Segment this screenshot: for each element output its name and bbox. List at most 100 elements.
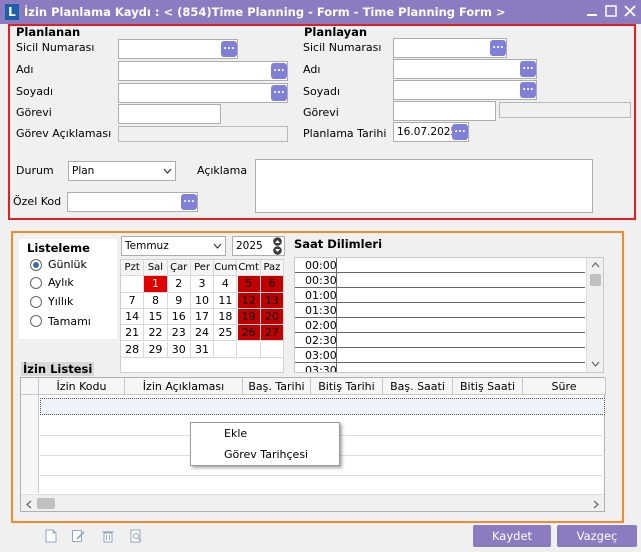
calendar-day[interactable]: 23 (167, 325, 191, 342)
calendar-day[interactable]: 17 (190, 308, 215, 326)
planlanan-sicil-lookup-button[interactable]: ... (221, 41, 237, 57)
calendar-day[interactable]: 20 (260, 308, 285, 326)
column-header[interactable]: Baş. Tarihi (243, 378, 311, 395)
minimize-button[interactable] (583, 3, 601, 21)
calendar-day[interactable]: 6 (260, 276, 285, 293)
planlayan-gorevi-input[interactable] (393, 101, 496, 121)
calendar-day[interactable]: 14 (121, 308, 145, 326)
column-header[interactable]: Bitiş Tarihi (311, 378, 383, 395)
calendar-day[interactable]: 8 (144, 292, 168, 309)
time-slot-row[interactable]: 01:00 (295, 288, 585, 303)
planlama-tarihi-input[interactable]: 16.07.2025 ... (393, 122, 469, 142)
calendar-empty-cell (121, 276, 145, 293)
calendar-day[interactable]: 19 (237, 308, 261, 326)
calendar-day[interactable]: 5 (237, 276, 261, 293)
calendar-day[interactable]: 18 (214, 308, 238, 326)
planlayan-soyadi-input[interactable]: ... (393, 80, 537, 100)
calendar-day[interactable]: 2 (167, 276, 191, 293)
calendar-day[interactable]: 28 (121, 341, 145, 358)
durum-select[interactable]: Plan (68, 161, 176, 181)
planlanan-adi-lookup-button[interactable]: ... (271, 63, 287, 79)
planlayan-soyadi-lookup-button[interactable]: ... (520, 82, 536, 98)
cancel-button[interactable]: Vazgeç (557, 525, 637, 547)
calendar-day[interactable]: 21 (121, 325, 145, 342)
calendar-day[interactable]: 3 (190, 276, 215, 293)
calendar-day[interactable]: 4 (214, 276, 238, 293)
grid-horizontal-scrollbar[interactable] (21, 494, 604, 511)
radio-aylik[interactable] (30, 277, 42, 289)
radio-aylik-label: Aylık (48, 276, 74, 289)
calendar-day[interactable]: 31 (190, 341, 215, 358)
time-slot-row[interactable]: 02:00 (295, 318, 585, 333)
menu-item-ekle[interactable]: Ekle (224, 427, 247, 440)
calendar-day[interactable]: 26 (237, 325, 261, 342)
planlanan-gorevi-input[interactable] (118, 104, 221, 124)
calendar-day[interactable]: 30 (167, 341, 191, 358)
calendar-day[interactable]: 13 (260, 292, 285, 309)
time-slot-label: 02:30 (305, 334, 337, 347)
new-document-icon[interactable] (44, 529, 58, 543)
month-value: Temmuz (125, 240, 169, 252)
radio-yillik[interactable] (30, 296, 42, 308)
year-value: 2025 (236, 240, 263, 252)
time-slot-separator (336, 333, 337, 348)
calendar-day[interactable]: 7 (121, 292, 145, 309)
aciklama-textarea[interactable] (255, 159, 593, 213)
calendar-day[interactable]: 29 (144, 341, 168, 358)
calendar-day[interactable]: 24 (190, 325, 215, 342)
calendar-day[interactable]: 12 (237, 292, 261, 309)
menu-item-gorev-tarihcesi[interactable]: Görev Tarihçesi (224, 448, 308, 461)
planlayan-adi-input[interactable]: ... (393, 59, 537, 79)
planlanan-sicil-input[interactable]: ... (118, 39, 238, 59)
delete-icon[interactable] (101, 529, 115, 543)
calendar-day[interactable]: 25 (214, 325, 238, 342)
column-header[interactable]: Baş. Saati (383, 378, 453, 395)
izin-listesi-header: İzin Listesi (21, 362, 95, 376)
calendar-day[interactable]: 1 (144, 276, 168, 293)
planlanan-adi-input[interactable]: ... (118, 61, 288, 81)
radio-tamami[interactable] (30, 315, 42, 327)
column-header[interactable]: Bitiş Saati (453, 378, 523, 395)
calendar-day[interactable]: 16 (167, 308, 191, 326)
planlanan-soyadi-label: Soyadı (16, 85, 54, 98)
year-spin-buttons[interactable] (271, 237, 284, 255)
close-button[interactable] (621, 3, 639, 21)
planlayan-sicil-input[interactable]: ... (393, 38, 507, 58)
radio-gunluk[interactable] (30, 259, 42, 271)
maximize-button[interactable] (602, 3, 620, 21)
title-bar: L İzin Planlama Kaydı : < (854)Time Plan… (0, 0, 641, 24)
planlayan-sicil-lookup-button[interactable]: ... (490, 40, 506, 56)
calendar-day[interactable]: 22 (144, 325, 168, 342)
column-header[interactable]: İzin Açıklaması (125, 378, 243, 395)
time-slot-row[interactable]: 02:30 (295, 333, 585, 348)
planlanan-soyadi-lookup-button[interactable]: ... (271, 85, 287, 101)
planlama-tarihi-picker-button[interactable]: ... (452, 124, 468, 140)
month-select[interactable]: Temmuz (121, 236, 226, 256)
calendar-day[interactable]: 27 (260, 325, 285, 342)
ozel-kod-lookup-button[interactable]: ... (181, 194, 197, 210)
planlayan-adi-lookup-button[interactable]: ... (520, 61, 536, 77)
time-scrollbar[interactable] (586, 258, 603, 372)
time-slot-row[interactable]: 01:30 (295, 303, 585, 318)
save-button[interactable]: Kaydet (473, 525, 551, 547)
time-slot-row[interactable]: 00:30 (295, 273, 585, 288)
time-scroll-thumb[interactable] (590, 274, 601, 286)
ozel-kod-input[interactable]: ... (67, 192, 198, 212)
planlama-tarihi-value: 16.07.2025 (397, 126, 458, 138)
edit-icon[interactable] (71, 529, 85, 543)
year-spinner[interactable]: 2025 (232, 236, 285, 256)
preview-icon[interactable] (129, 529, 143, 543)
calendar-day[interactable]: 15 (144, 308, 168, 326)
time-slot-row[interactable]: 03:00 (295, 348, 585, 363)
calendar-empty-cell (237, 341, 261, 358)
column-header[interactable]: İzin Kodu (39, 378, 125, 395)
calendar-day[interactable]: 9 (167, 292, 191, 309)
calendar-day[interactable]: 11 (214, 292, 238, 309)
column-header[interactable]: Süre (523, 378, 606, 395)
selected-table-row[interactable] (40, 398, 605, 415)
time-slot-row[interactable]: 00:00 (295, 258, 585, 273)
grid-scroll-thumb[interactable] (37, 498, 55, 509)
time-slot-row[interactable]: 03:30 (295, 363, 585, 372)
calendar-day[interactable]: 10 (190, 292, 215, 309)
planlanan-soyadi-input[interactable]: ... (118, 83, 288, 103)
